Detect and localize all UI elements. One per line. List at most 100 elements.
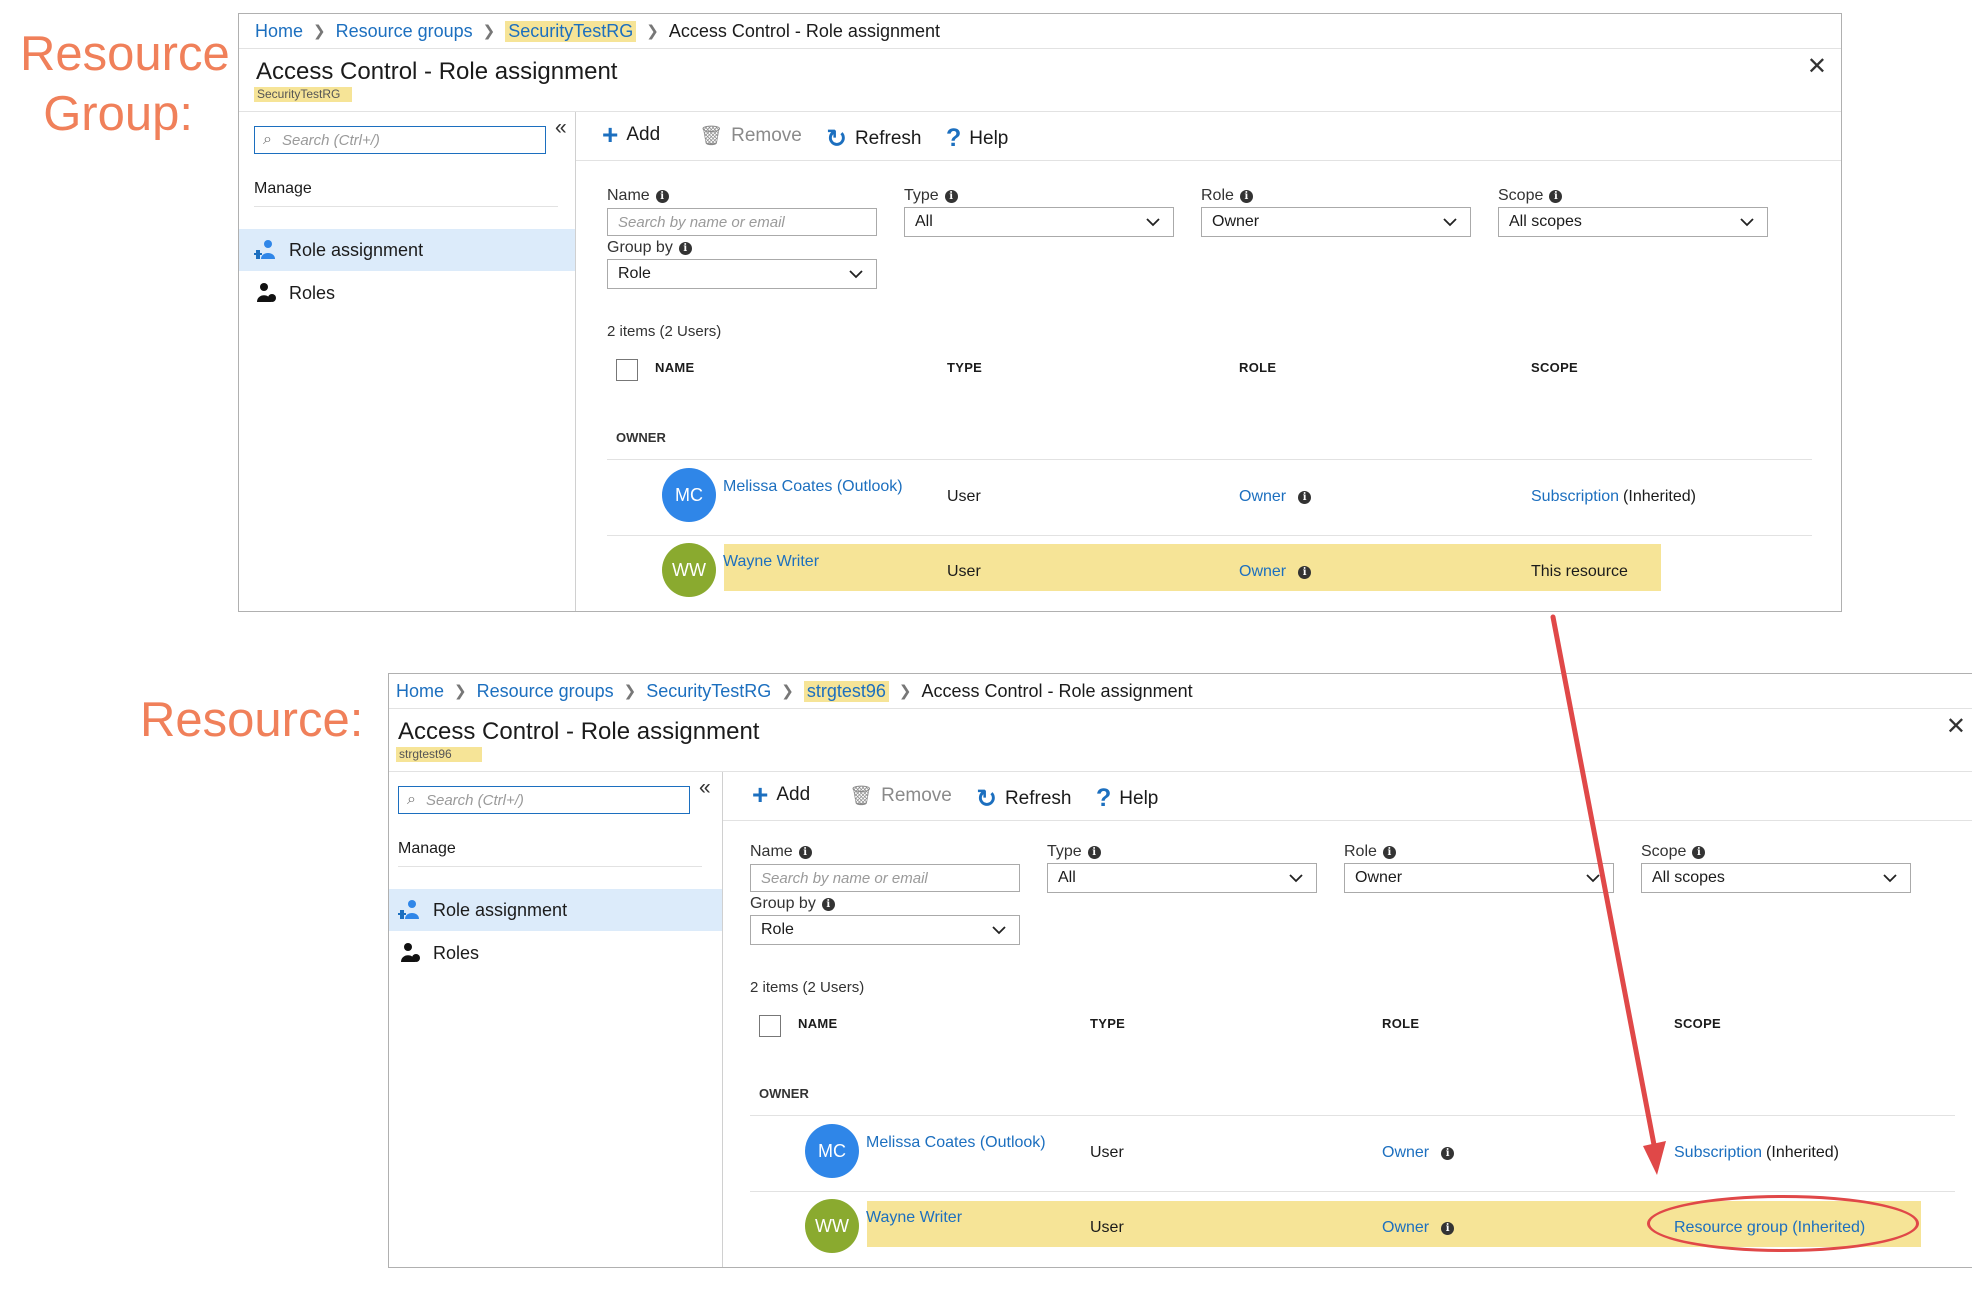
type-cell: User (947, 488, 981, 505)
role-link[interactable]: Owner (1382, 1219, 1429, 1237)
avatar: WW (662, 543, 716, 597)
select-value: Owner (1212, 213, 1260, 230)
breadcrumb-resource-groups[interactable]: Resource groups (477, 681, 614, 702)
breadcrumb-resource[interactable]: strgtest96 (803, 680, 889, 702)
scope-link[interactable]: Subscription (1531, 488, 1619, 506)
help-icon: ? (1096, 784, 1112, 812)
user-name-link[interactable]: Melissa Coates (Outlook) (866, 1134, 1046, 1152)
select-all-checkbox[interactable] (759, 1015, 781, 1037)
divider (750, 1115, 1955, 1116)
help-label: Help (1119, 787, 1159, 809)
role-link[interactable]: Owner (1239, 488, 1286, 506)
breadcrumb: Home ❯ Resource groups ❯ SecurityTestRG … (389, 674, 1972, 709)
trash-icon: 🗑 (699, 126, 724, 147)
role-filter-select[interactable]: Owner (1344, 863, 1614, 893)
name-filter-label: Name i (750, 843, 812, 861)
column-header-role[interactable]: ROLE (1382, 1016, 1419, 1031)
label-line: Group: (43, 87, 193, 141)
chevron-right-icon: ❯ (482, 23, 496, 40)
label-text: Role (1201, 187, 1234, 204)
refresh-button[interactable]: ↻ Refresh (826, 124, 921, 154)
info-icon: i (944, 189, 958, 203)
name-filter-input[interactable]: Search by name or email (607, 208, 877, 236)
remove-button[interactable]: 🗑 Remove (849, 784, 952, 808)
search-input[interactable]: ⌕ Search (Ctrl+/) (398, 786, 690, 814)
divider (254, 206, 558, 207)
chevron-down-icon (1289, 874, 1303, 883)
column-header-type[interactable]: TYPE (1090, 1016, 1125, 1031)
column-header-scope[interactable]: SCOPE (1674, 1016, 1721, 1031)
scope-filter-select[interactable]: All scopes (1641, 863, 1911, 893)
type-filter-select[interactable]: All (1047, 863, 1317, 893)
divider (607, 611, 1812, 612)
name-filter-input[interactable]: Search by name or email (750, 864, 1020, 892)
breadcrumb-resource-groups[interactable]: Resource groups (336, 21, 473, 42)
select-value: All (915, 213, 933, 230)
label-text: Name (750, 843, 793, 860)
chevron-down-icon (1586, 874, 1600, 883)
column-header-scope[interactable]: SCOPE (1531, 360, 1578, 375)
sidebar-item-role-assignment[interactable]: Role assignment (389, 889, 722, 931)
avatar: MC (662, 468, 716, 522)
column-header-name[interactable]: NAME (655, 360, 694, 375)
role-link[interactable]: Owner (1239, 563, 1286, 581)
add-button[interactable]: + Add (602, 121, 660, 149)
select-value: Role (618, 265, 651, 282)
info-icon: i (678, 241, 692, 255)
annotation-circle (1647, 1195, 1919, 1252)
role-cell: Owner i (1239, 563, 1312, 581)
bottom-panel: Home ❯ Resource groups ❯ SecurityTestRG … (388, 673, 1972, 1268)
help-button[interactable]: ? Help (946, 124, 1008, 153)
breadcrumb-home[interactable]: Home (255, 21, 303, 42)
remove-button[interactable]: 🗑 Remove (699, 124, 802, 148)
top-panel: Home ❯ Resource groups ❯ SecurityTestRG … (238, 13, 1842, 612)
role-assignment-icon (253, 239, 279, 261)
user-name-link[interactable]: Wayne Writer (866, 1209, 962, 1227)
divider (750, 1267, 1955, 1268)
refresh-button[interactable]: ↻ Refresh (976, 784, 1071, 814)
search-placeholder: Search (Ctrl+/) (281, 131, 380, 149)
page-subtitle: SecurityTestRG (254, 87, 353, 102)
user-name-link[interactable]: Wayne Writer (723, 553, 819, 571)
avatar: MC (805, 1124, 859, 1178)
column-header-name[interactable]: NAME (798, 1016, 837, 1031)
breadcrumb-resource-group[interactable]: SecurityTestRG (505, 20, 637, 42)
chevron-right-icon: ❯ (454, 683, 467, 700)
label-text: Type (1047, 843, 1082, 860)
sidebar-item-roles[interactable]: Roles (389, 932, 722, 974)
column-header-role[interactable]: ROLE (1239, 360, 1276, 375)
label-text: Name (607, 187, 650, 204)
collapse-icon[interactable]: « (699, 776, 711, 800)
groupby-filter-label: Group by i (750, 895, 835, 913)
breadcrumb-home[interactable]: Home (396, 681, 444, 702)
sidebar-item-role-assignment[interactable]: Role assignment (239, 229, 575, 271)
select-all-checkbox[interactable] (616, 359, 638, 381)
close-icon[interactable]: ✕ (1807, 54, 1827, 80)
remove-label: Remove (731, 125, 802, 146)
scope-link[interactable]: Subscription (1674, 1144, 1762, 1162)
groupby-select[interactable]: Role (750, 915, 1020, 945)
chevron-right-icon: ❯ (898, 683, 912, 700)
add-button[interactable]: + Add (752, 781, 810, 809)
scope-filter-select[interactable]: All scopes (1498, 207, 1768, 237)
groupby-select[interactable]: Role (607, 259, 877, 289)
divider (607, 459, 1812, 460)
role-link[interactable]: Owner (1382, 1144, 1429, 1162)
column-header-type[interactable]: TYPE (947, 360, 982, 375)
collapse-icon[interactable]: « (555, 116, 567, 140)
sidebar-item-roles[interactable]: Roles (239, 272, 575, 314)
chevron-right-icon: ❯ (781, 683, 794, 700)
role-cell: Owner i (1239, 488, 1312, 506)
help-button[interactable]: ? Help (1096, 784, 1158, 813)
breadcrumb-resource-group[interactable]: SecurityTestRG (646, 681, 771, 702)
close-icon[interactable]: ✕ (1946, 714, 1966, 740)
refresh-label: Refresh (1004, 788, 1072, 809)
scope-filter-label: Scope i (1498, 187, 1563, 205)
role-filter-select[interactable]: Owner (1201, 207, 1471, 237)
label-text: Group by (750, 895, 816, 912)
search-input[interactable]: ⌕ Search (Ctrl+/) (254, 126, 546, 154)
scope-cell: Subscription (Inherited) (1531, 488, 1696, 506)
user-name-link[interactable]: Melissa Coates (Outlook) (723, 478, 903, 496)
type-filter-select[interactable]: All (904, 207, 1174, 237)
select-value: Role (761, 921, 794, 938)
